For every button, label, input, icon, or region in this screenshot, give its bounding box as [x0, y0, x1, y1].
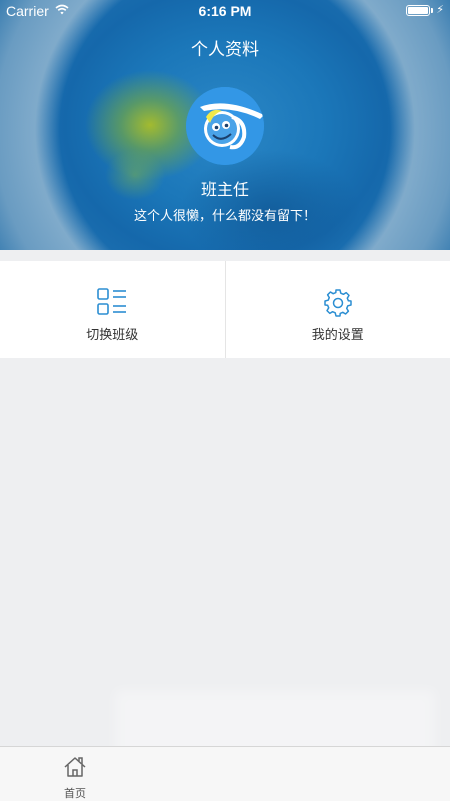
tab-home[interactable]: 首页 — [50, 753, 100, 799]
user-bio: 这个人很懒，什么都没有留下！ — [0, 205, 450, 224]
my-settings-label: 我的设置 — [226, 324, 450, 343]
tab-bar: 首页 — [0, 746, 450, 801]
status-bar: Carrier 6:16 PM ⚡ — [0, 0, 450, 22]
page-title: 个人资料 — [0, 35, 450, 60]
battery-tip — [431, 8, 433, 13]
avatar[interactable] — [186, 87, 264, 165]
cartoon-face-logo-icon — [186, 87, 264, 165]
action-tiles: 切换班级 我的设置 — [0, 261, 450, 358]
status-time: 6:16 PM — [0, 3, 450, 19]
switch-class-button[interactable]: 切换班级 — [0, 261, 225, 358]
battery-icon — [406, 5, 430, 16]
profile-header: Carrier 6:16 PM ⚡ 个人资料 班主任 — [0, 0, 450, 250]
grid-list-icon — [97, 288, 127, 320]
tab-home-label: 首页 — [50, 785, 100, 801]
gear-icon — [323, 288, 353, 322]
user-name: 班主任 — [0, 176, 450, 200]
switch-class-label: 切换班级 — [0, 324, 225, 343]
home-icon — [63, 755, 87, 783]
charging-icon: ⚡ — [436, 3, 444, 16]
my-settings-button[interactable]: 我的设置 — [225, 261, 450, 358]
